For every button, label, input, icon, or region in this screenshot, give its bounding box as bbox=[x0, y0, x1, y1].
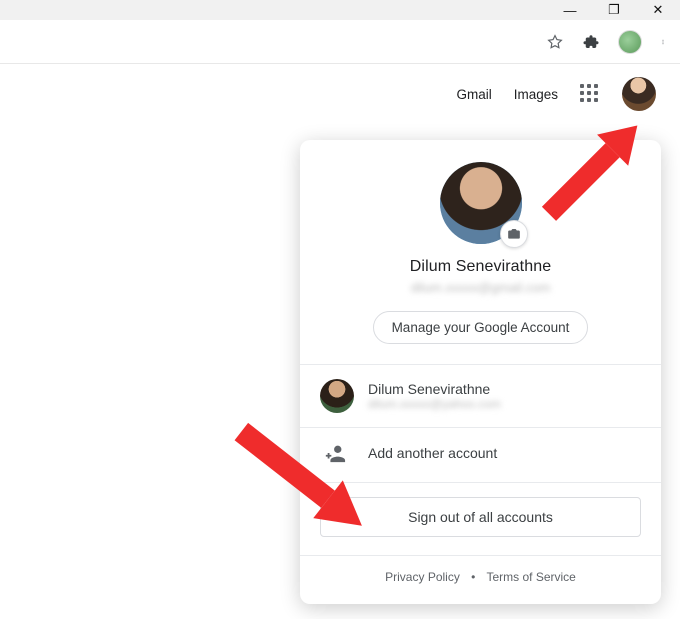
terms-of-service-link[interactable]: Terms of Service bbox=[487, 570, 576, 584]
add-account-label: Add another account bbox=[368, 445, 497, 461]
account-email: dilum.xxxxx@gmail.com bbox=[324, 280, 637, 295]
chrome-profile-avatar[interactable] bbox=[618, 30, 642, 54]
google-header: Gmail Images bbox=[0, 64, 680, 124]
account-avatar[interactable] bbox=[622, 77, 656, 111]
sign-out-all-button[interactable]: Sign out of all accounts bbox=[320, 497, 641, 537]
privacy-policy-link[interactable]: Privacy Policy bbox=[385, 570, 460, 584]
camera-icon bbox=[507, 227, 521, 241]
chrome-menu-icon[interactable] bbox=[660, 33, 666, 51]
other-account-avatar bbox=[320, 379, 354, 413]
bookmark-star-icon[interactable] bbox=[546, 33, 564, 51]
window-close-button[interactable]: ✕ bbox=[636, 0, 680, 20]
window-titlebar: — ❐ ✕ bbox=[0, 0, 680, 20]
other-account-name: Dilum Senevirathne bbox=[368, 381, 501, 397]
account-popover: Dilum Senevirathne dilum.xxxxx@gmail.com… bbox=[300, 140, 661, 604]
google-apps-icon[interactable] bbox=[580, 84, 600, 104]
extensions-icon[interactable] bbox=[582, 33, 600, 51]
images-link[interactable]: Images bbox=[514, 87, 558, 102]
browser-toolbar bbox=[0, 20, 680, 64]
add-account-row[interactable]: Add another account bbox=[300, 428, 661, 482]
manage-account-button[interactable]: Manage your Google Account bbox=[373, 311, 589, 344]
gmail-link[interactable]: Gmail bbox=[456, 87, 491, 102]
popover-footer: Privacy Policy • Terms of Service bbox=[300, 556, 661, 592]
person-add-icon bbox=[320, 442, 350, 464]
footer-separator: • bbox=[471, 570, 475, 584]
profile-photo bbox=[440, 162, 522, 244]
window-minimize-button[interactable]: — bbox=[548, 0, 592, 20]
account-popover-header: Dilum Senevirathne dilum.xxxxx@gmail.com… bbox=[300, 140, 661, 364]
account-name: Dilum Senevirathne bbox=[324, 258, 637, 276]
other-account-email: dilum.xxxxx@yahoo.com bbox=[368, 397, 501, 411]
change-photo-button[interactable] bbox=[500, 220, 528, 248]
window-maximize-button[interactable]: ❐ bbox=[592, 0, 636, 20]
other-account-row[interactable]: Dilum Senevirathne dilum.xxxxx@yahoo.com bbox=[300, 365, 661, 427]
